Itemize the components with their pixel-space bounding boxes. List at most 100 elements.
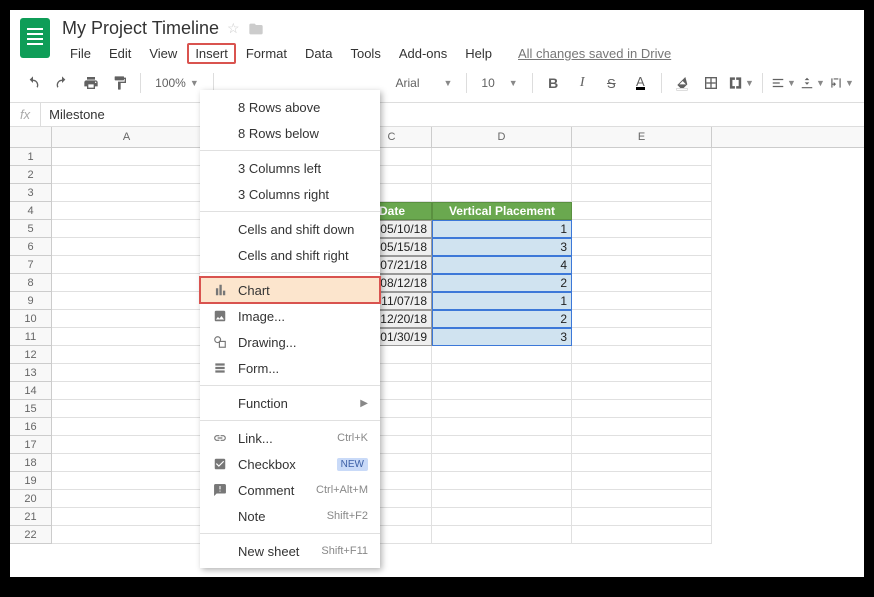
- cell[interactable]: [572, 292, 712, 310]
- cell[interactable]: [432, 382, 572, 400]
- cell[interactable]: [572, 238, 712, 256]
- font-select[interactable]: Arial▼: [390, 76, 459, 90]
- cell[interactable]: [52, 454, 202, 472]
- cell[interactable]: [432, 184, 572, 202]
- cell[interactable]: [572, 436, 712, 454]
- cell[interactable]: [52, 436, 202, 454]
- text-color-button[interactable]: A: [628, 70, 653, 96]
- menu-tools[interactable]: Tools: [342, 43, 388, 64]
- v-align-button[interactable]: ▼: [800, 70, 825, 96]
- cell[interactable]: [52, 148, 202, 166]
- cell[interactable]: [432, 148, 572, 166]
- row-header[interactable]: 14: [10, 382, 52, 400]
- menu-view[interactable]: View: [141, 43, 185, 64]
- row-header[interactable]: 12: [10, 346, 52, 364]
- insert-comment[interactable]: CommentCtrl+Alt+M: [200, 477, 380, 503]
- insert-image[interactable]: Image...: [200, 303, 380, 329]
- cell[interactable]: [432, 472, 572, 490]
- insert-checkbox[interactable]: CheckboxNEW: [200, 451, 380, 477]
- row-header[interactable]: 22: [10, 526, 52, 544]
- italic-button[interactable]: I: [570, 70, 595, 96]
- cell[interactable]: [432, 526, 572, 544]
- bold-button[interactable]: B: [541, 70, 566, 96]
- doc-title[interactable]: My Project Timeline: [62, 18, 219, 39]
- row-header[interactable]: 18: [10, 454, 52, 472]
- col-header-d[interactable]: D: [432, 127, 572, 147]
- insert-function[interactable]: Function▶: [200, 390, 380, 416]
- cell[interactable]: [572, 418, 712, 436]
- paint-format-button[interactable]: [107, 70, 132, 96]
- cell[interactable]: [52, 472, 202, 490]
- select-all-corner[interactable]: [10, 127, 52, 147]
- cell[interactable]: [432, 490, 572, 508]
- zoom-select[interactable]: 100%▼: [149, 76, 205, 90]
- insert-form[interactable]: Form...: [200, 355, 380, 381]
- menu-help[interactable]: Help: [457, 43, 500, 64]
- insert-drawing[interactable]: Drawing...: [200, 329, 380, 355]
- row-header[interactable]: 19: [10, 472, 52, 490]
- cell[interactable]: [432, 400, 572, 418]
- cell[interactable]: [52, 220, 202, 238]
- row-header[interactable]: 4: [10, 202, 52, 220]
- redo-button[interactable]: [49, 70, 74, 96]
- cell[interactable]: Vertical Placement: [432, 202, 572, 220]
- cell[interactable]: [52, 292, 202, 310]
- row-header[interactable]: 10: [10, 310, 52, 328]
- menu-addons[interactable]: Add-ons: [391, 43, 455, 64]
- cell[interactable]: [572, 148, 712, 166]
- menu-insert[interactable]: Insert: [187, 43, 236, 64]
- cell[interactable]: [52, 346, 202, 364]
- font-size-select[interactable]: 10▼: [475, 76, 523, 90]
- cell[interactable]: [572, 256, 712, 274]
- row-header[interactable]: 13: [10, 364, 52, 382]
- fill-color-button[interactable]: [670, 70, 695, 96]
- cell[interactable]: [572, 220, 712, 238]
- borders-button[interactable]: [699, 70, 724, 96]
- cell[interactable]: 2: [432, 274, 572, 292]
- cell[interactable]: [52, 418, 202, 436]
- row-header[interactable]: 7: [10, 256, 52, 274]
- row-header[interactable]: 3: [10, 184, 52, 202]
- cell[interactable]: [572, 508, 712, 526]
- cell[interactable]: [52, 256, 202, 274]
- cell[interactable]: [572, 382, 712, 400]
- insert-new-sheet[interactable]: New sheetShift+F11: [200, 538, 380, 564]
- cell[interactable]: [572, 454, 712, 472]
- cell[interactable]: [432, 436, 572, 454]
- row-header[interactable]: 17: [10, 436, 52, 454]
- row-header[interactable]: 9: [10, 292, 52, 310]
- move-folder-icon[interactable]: [248, 21, 264, 37]
- row-header[interactable]: 11: [10, 328, 52, 346]
- merge-cells-button[interactable]: ▼: [728, 70, 754, 96]
- strikethrough-button[interactable]: S: [599, 70, 624, 96]
- menu-edit[interactable]: Edit: [101, 43, 139, 64]
- cell[interactable]: [432, 508, 572, 526]
- cell[interactable]: [572, 328, 712, 346]
- cell[interactable]: [572, 274, 712, 292]
- cell[interactable]: [52, 328, 202, 346]
- cell[interactable]: 4: [432, 256, 572, 274]
- cell[interactable]: [52, 274, 202, 292]
- star-icon[interactable]: ☆: [227, 20, 240, 37]
- insert-rows-above[interactable]: 8 Rows above: [200, 94, 380, 120]
- cell[interactable]: [432, 454, 572, 472]
- undo-button[interactable]: [20, 70, 45, 96]
- row-header[interactable]: 5: [10, 220, 52, 238]
- row-header[interactable]: 21: [10, 508, 52, 526]
- row-header[interactable]: 16: [10, 418, 52, 436]
- row-header[interactable]: 15: [10, 400, 52, 418]
- cell[interactable]: [572, 184, 712, 202]
- cell[interactable]: [52, 310, 202, 328]
- row-header[interactable]: 6: [10, 238, 52, 256]
- insert-note[interactable]: NoteShift+F2: [200, 503, 380, 529]
- menu-format[interactable]: Format: [238, 43, 295, 64]
- cell[interactable]: [432, 418, 572, 436]
- cell[interactable]: [572, 490, 712, 508]
- cell[interactable]: 1: [432, 220, 572, 238]
- cell[interactable]: [432, 346, 572, 364]
- cell[interactable]: [572, 166, 712, 184]
- cell[interactable]: [52, 508, 202, 526]
- cell[interactable]: [52, 526, 202, 544]
- cell[interactable]: [52, 382, 202, 400]
- cell[interactable]: 2: [432, 310, 572, 328]
